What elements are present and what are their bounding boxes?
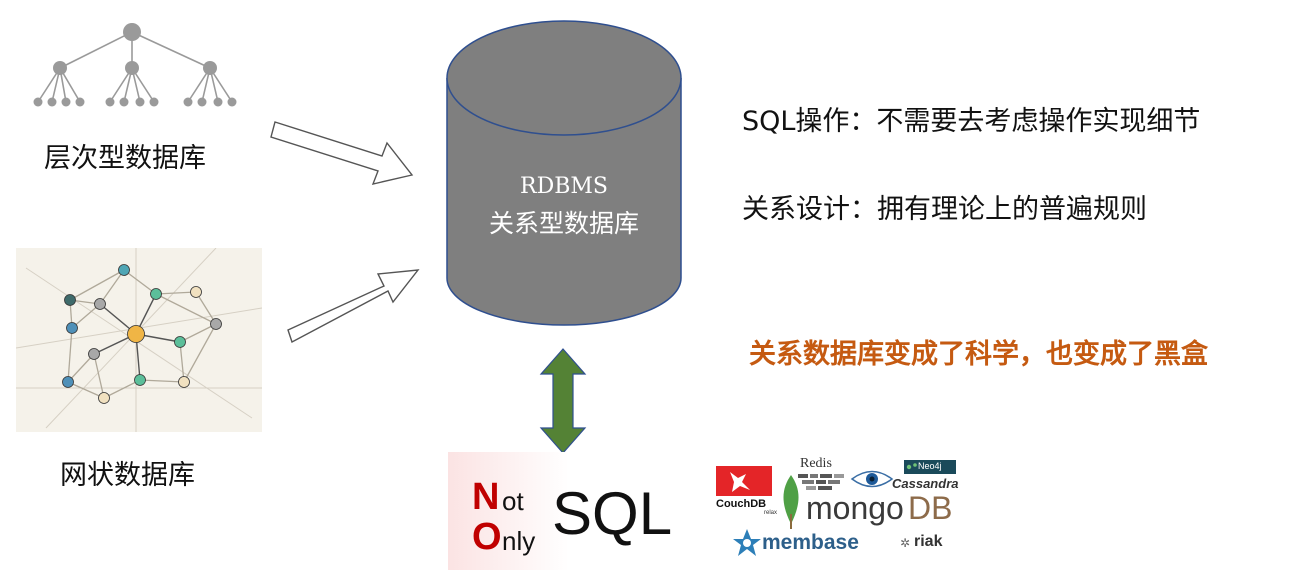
nosql-o-letter: O — [472, 516, 502, 558]
mongodb-mongo-label: mongo — [806, 490, 904, 526]
hierarchical-db-label: 层次型数据库 — [44, 143, 206, 174]
couchdb-logo-icon — [716, 466, 772, 496]
couchdb-label: CouchDB — [716, 498, 767, 510]
sql-operation-text: SQL操作：不需要去考虑操作实现细节 — [742, 106, 1201, 137]
highlight-conclusion: 关系数据库变成了科学，也变成了黑盒 — [749, 339, 1208, 370]
hierarchical-tree-icon — [33, 23, 237, 107]
redis-label: Redis — [800, 456, 832, 471]
nosql-logo: N ot O nly SQL — [448, 452, 672, 570]
couchdb-figure-icon — [730, 472, 750, 492]
riak-label: riak — [914, 533, 943, 550]
rdbms-cylinder — [446, 20, 682, 326]
cassandra-label: Cassandra — [892, 476, 959, 491]
nosql-nly-text: nly — [502, 526, 536, 556]
neo4j-label: Neo4j — [918, 461, 942, 471]
arrow-right-up-icon — [287, 269, 420, 344]
cylinder-title: RDBMS — [520, 174, 608, 199]
riak-star-icon: ✲ — [900, 536, 911, 550]
redis-blocks-icon — [798, 474, 844, 490]
cylinder-subtitle: 关系型数据库 — [488, 209, 639, 238]
nosql-products-logos: CouchDB relax Redis mongo DB Cassandra N… — [712, 456, 974, 562]
neo4j-dots-icon — [906, 463, 917, 470]
membase-star-icon — [733, 529, 761, 556]
mongodb-leaf-icon — [783, 475, 799, 529]
network-db-label: 网状数据库 — [60, 460, 195, 491]
double-arrow-icon — [539, 348, 587, 454]
membase-label: membase — [762, 531, 859, 554]
nosql-ot-text: ot — [502, 486, 524, 516]
arrow-right-down-icon — [270, 121, 414, 185]
couchdb-relax-label: relax — [764, 510, 778, 516]
relation-design-text: 关系设计：拥有理论上的普遍规则 — [742, 194, 1147, 225]
network-graph-icon — [16, 248, 262, 432]
nosql-n-letter: N — [472, 476, 500, 518]
neo4j-logo: Neo4j — [904, 460, 956, 474]
cassandra-eye-icon — [850, 470, 894, 488]
nosql-sql-text: SQL — [552, 480, 673, 547]
mongodb-db-label: DB — [908, 490, 953, 526]
